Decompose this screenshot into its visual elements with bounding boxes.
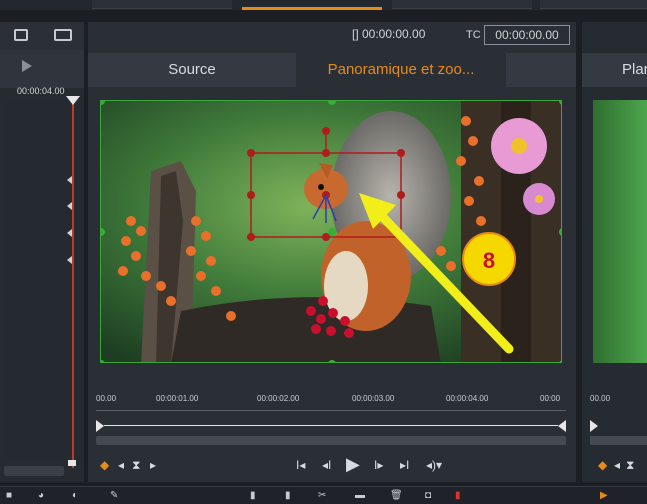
keyframe-marker-icon[interactable] bbox=[67, 229, 72, 237]
delete-keyframe-icon[interactable]: ⧗ bbox=[132, 458, 140, 473]
annotation-badge: 8 bbox=[462, 232, 516, 286]
left-panel-header bbox=[0, 50, 84, 88]
right-trim-bar[interactable] bbox=[590, 436, 647, 445]
ruler-tick: 00:00 bbox=[540, 394, 561, 403]
panel-layout-icon[interactable] bbox=[54, 29, 72, 41]
tab-source[interactable]: Source bbox=[88, 53, 296, 87]
playback-controls: ◆ ◂ ⧗ ▸ I◂ ◂I ▶ I▸ ▸I ◂)▾ bbox=[88, 452, 576, 478]
go-to-start-icon[interactable]: I◂ bbox=[296, 458, 305, 472]
trim-bar[interactable] bbox=[96, 436, 566, 445]
time-ruler[interactable]: 00.00 00:00:01.00 00:00:02.00 00:00:03.0… bbox=[96, 388, 566, 418]
step-forward-icon[interactable]: I▸ bbox=[374, 458, 383, 472]
next-keyframe-icon[interactable]: ▸ bbox=[150, 458, 156, 472]
color-icon[interactable]: ◕ bbox=[38, 490, 44, 501]
go-to-end-icon[interactable]: ▸I bbox=[400, 458, 409, 472]
prev-keyframe-icon[interactable]: ◂ bbox=[118, 458, 124, 472]
scrub-line[interactable] bbox=[96, 420, 566, 432]
right-scrub-start-icon[interactable] bbox=[590, 420, 598, 432]
camera-icon[interactable]: ◘ bbox=[425, 490, 431, 501]
marker-icon[interactable]: ▮ bbox=[250, 490, 256, 501]
tab-pan-zoom[interactable]: Panoramique et zoo... bbox=[296, 53, 506, 87]
delete-icon[interactable]: 🗑 bbox=[390, 490, 403, 501]
keyframe-marker-icon[interactable] bbox=[67, 176, 72, 184]
right-delete-keyframe-icon[interactable]: ⧗ bbox=[626, 458, 634, 473]
razor-icon[interactable]: ✂ bbox=[318, 490, 326, 501]
timeline-timecode: 00:00:04.00 bbox=[17, 86, 65, 96]
timecode-duration: [] 00:00:00.00 bbox=[352, 27, 426, 41]
ruler-tick: 00:00:02.00 bbox=[257, 394, 300, 403]
right-panel-tab[interactable]: Plar bbox=[582, 53, 647, 87]
frame-handle-right[interactable] bbox=[559, 228, 561, 236]
top-tab-active[interactable] bbox=[242, 7, 382, 10]
audio-icon[interactable]: ◐ bbox=[72, 490, 78, 501]
step-back-icon[interactable]: ◂I bbox=[322, 458, 331, 472]
scrub-end-icon[interactable] bbox=[558, 420, 566, 432]
annotation-number: 8 bbox=[483, 248, 495, 273]
frame-handle-center[interactable] bbox=[328, 228, 336, 236]
record-icon[interactable]: ▮ bbox=[455, 490, 461, 501]
keyframe-marker-icon[interactable] bbox=[67, 202, 72, 210]
top-tab-3[interactable] bbox=[392, 0, 532, 9]
right-add-keyframe-icon[interactable]: ◆ bbox=[598, 458, 607, 472]
top-tab-1[interactable] bbox=[92, 0, 232, 9]
right-ruler-tick: 00.00 bbox=[590, 394, 611, 403]
playhead-line[interactable] bbox=[72, 98, 74, 468]
video-preview[interactable]: 8 bbox=[100, 100, 562, 363]
play-icon[interactable]: ▶ bbox=[346, 454, 360, 475]
tab-extra[interactable] bbox=[506, 53, 576, 87]
playhead-bottom-handle[interactable] bbox=[68, 460, 76, 466]
playhead-handle[interactable] bbox=[66, 96, 80, 105]
library-icon[interactable] bbox=[14, 29, 28, 41]
right-prev-keyframe-icon[interactable]: ◂ bbox=[614, 458, 620, 472]
timecode-input[interactable]: 00:00:00.00 bbox=[484, 25, 570, 45]
keyframe-marker-icon[interactable] bbox=[67, 256, 72, 264]
top-tab-4[interactable] bbox=[540, 0, 647, 9]
add-keyframe-icon[interactable]: ◆ bbox=[100, 458, 109, 472]
grid-icon[interactable]: ■ bbox=[6, 490, 12, 501]
timeline-scrollbar[interactable] bbox=[4, 466, 64, 476]
volume-icon[interactable]: ◂)▾ bbox=[426, 458, 442, 472]
split-icon[interactable]: ▮ bbox=[285, 490, 291, 501]
top-strip bbox=[0, 0, 647, 10]
frame-handle-br[interactable] bbox=[559, 360, 561, 362]
play-timeline-icon[interactable]: ▶ bbox=[600, 490, 608, 501]
right-preview[interactable] bbox=[593, 100, 647, 363]
scrub-start-icon[interactable] bbox=[96, 420, 104, 432]
left-panel-toolbar bbox=[0, 22, 84, 51]
ruler-tick: 00.00 bbox=[96, 394, 117, 403]
snapshot-icon[interactable]: ▬ bbox=[355, 490, 365, 501]
edit-icon[interactable]: ✎ bbox=[110, 490, 118, 501]
play-triangle-icon[interactable] bbox=[22, 60, 32, 72]
ruler-tick: 00:00:01.00 bbox=[156, 394, 199, 403]
frame-handle-bottom[interactable] bbox=[328, 360, 336, 362]
ruler-tick: 00:00:03.00 bbox=[352, 394, 395, 403]
tc-label: TC bbox=[466, 29, 481, 41]
ruler-tick: 00:00:04.00 bbox=[446, 394, 489, 403]
